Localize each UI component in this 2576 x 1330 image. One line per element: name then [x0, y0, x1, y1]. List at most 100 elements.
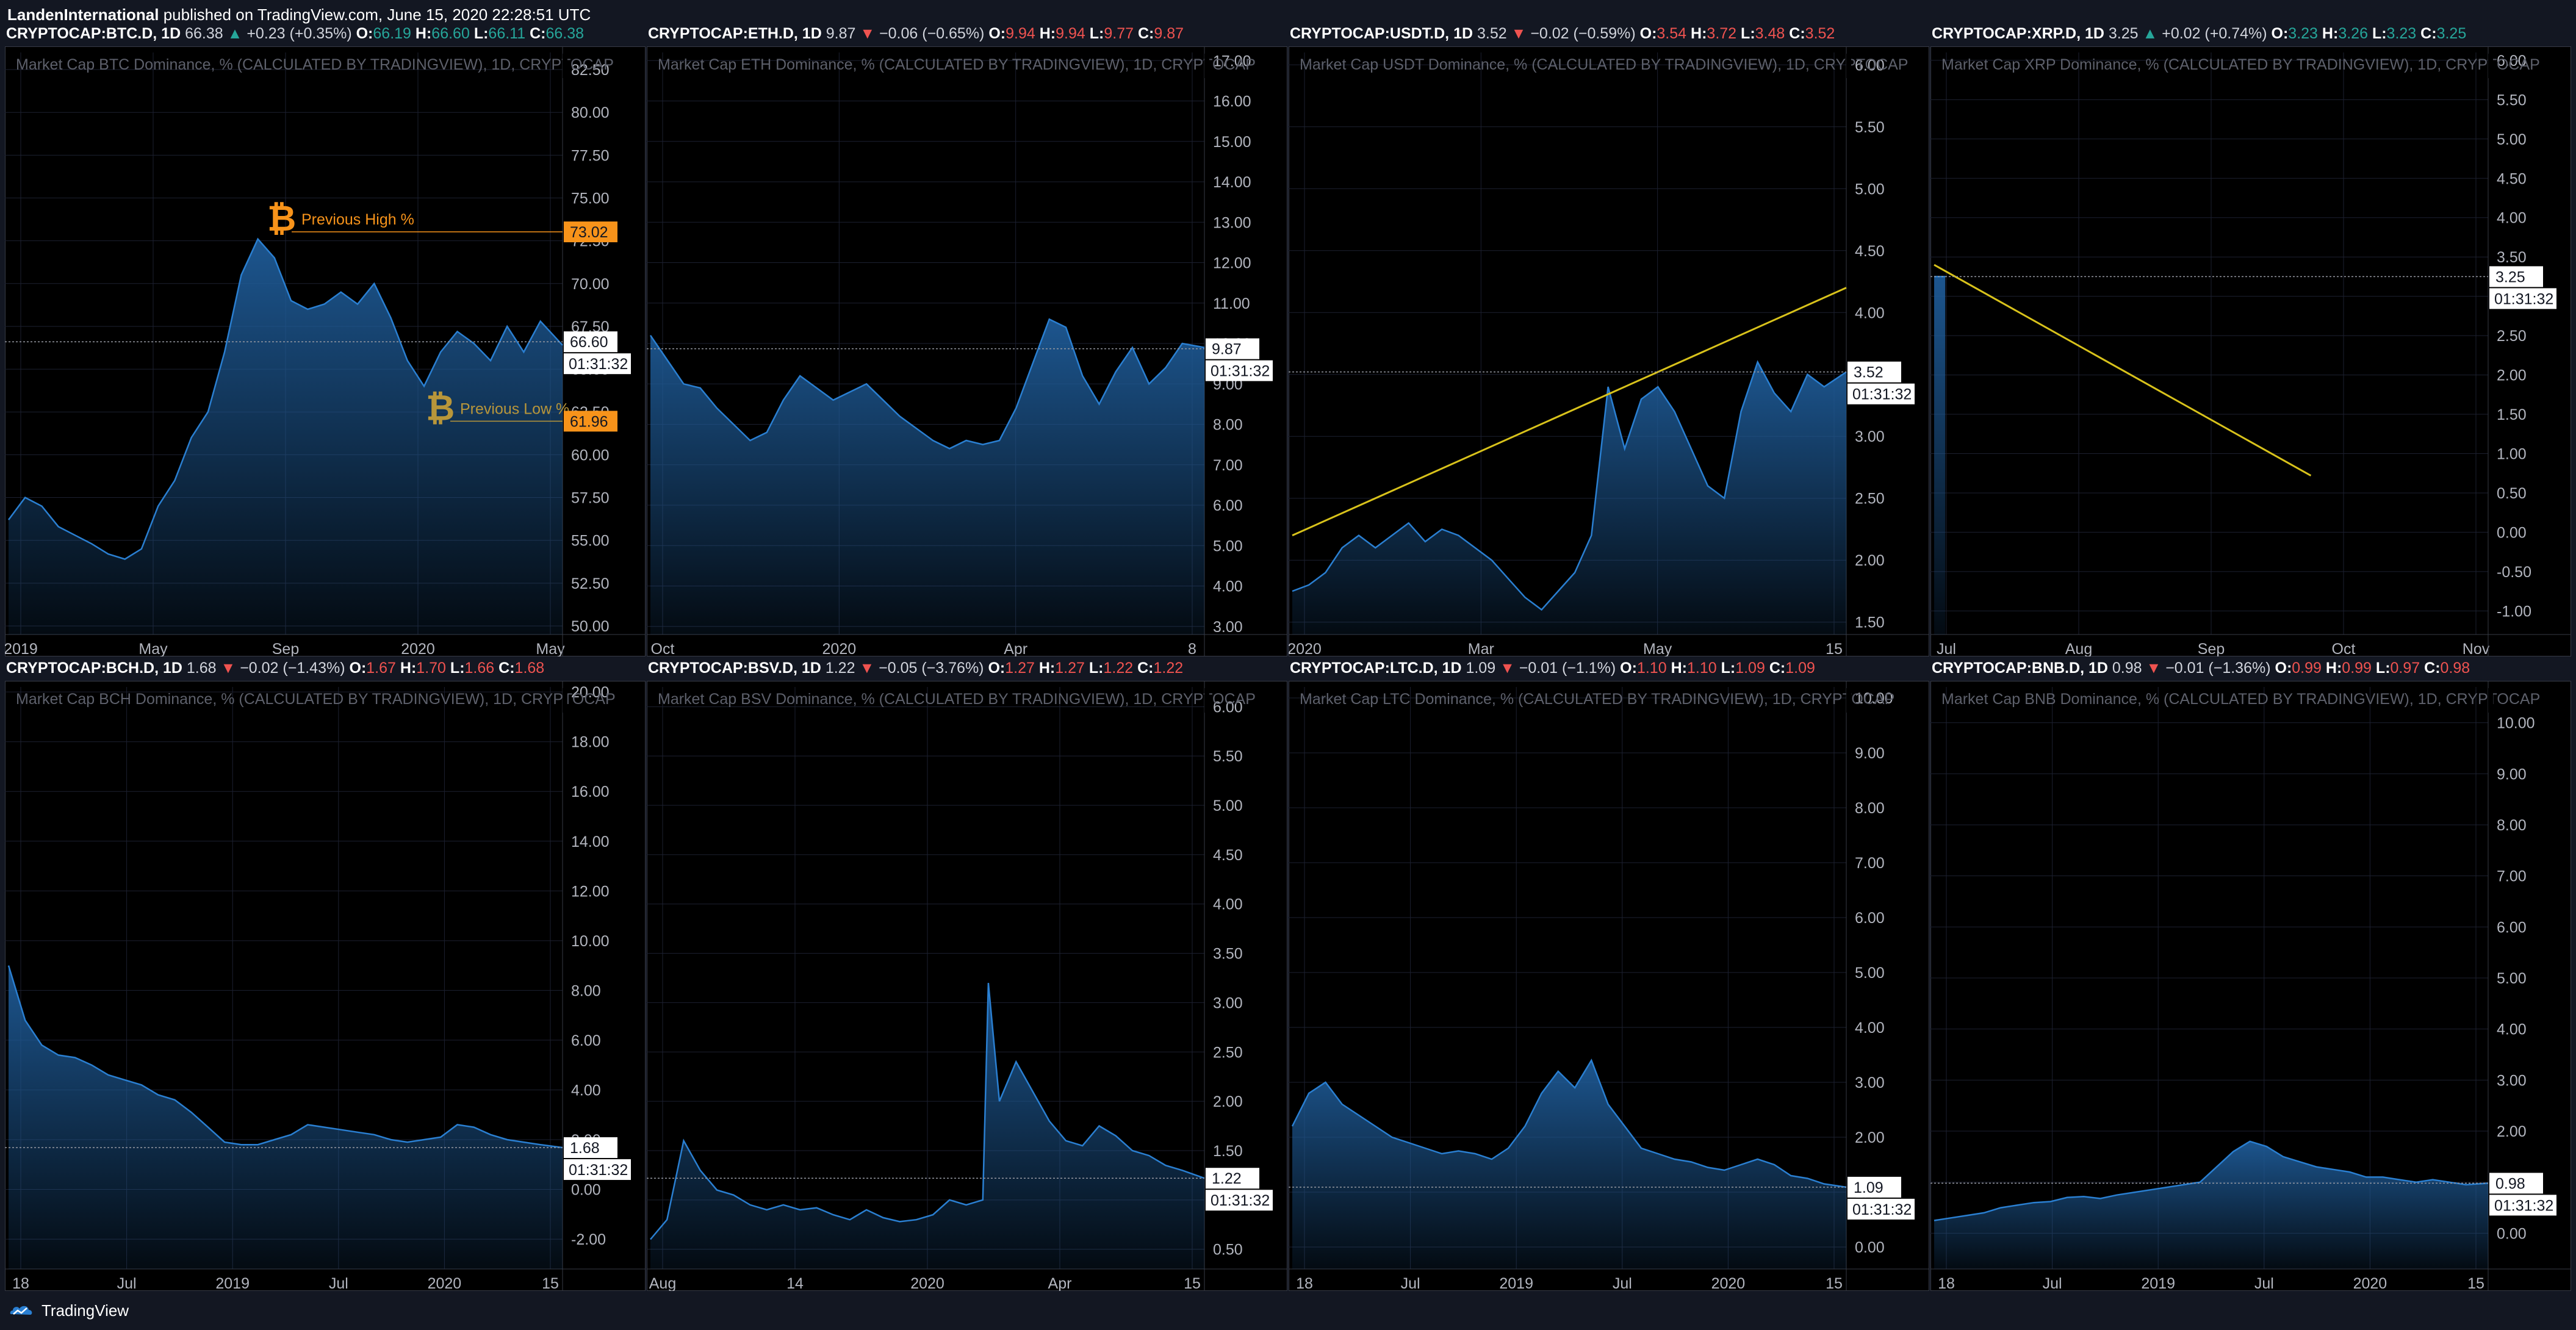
- ohlc-value-l: 1.66: [464, 660, 495, 677]
- x-tick-label: 15: [2467, 1275, 2484, 1291]
- chart-title: Market Cap BCH Dominance, % (CALCULATED …: [16, 691, 616, 708]
- symbol-label[interactable]: CRYPTOCAP:BSV.D, 1D: [648, 660, 821, 677]
- chart-svg[interactable]: 10.009.008.007.006.005.004.003.002.001.0…: [1289, 681, 1929, 1291]
- chart-svg[interactable]: 6.005.505.004.504.003.503.002.502.001.50…: [1289, 46, 1929, 656]
- ohlc-value-h: 1.27: [1055, 660, 1085, 677]
- chart-title: Market Cap USDT Dominance, % (CALCULATED…: [1300, 56, 1909, 73]
- arrow-down-icon: ▼: [859, 660, 875, 677]
- y-tick-label: 5.50: [1855, 119, 1885, 136]
- chart-svg[interactable]: 10.009.008.007.006.005.004.003.002.001.0…: [1930, 681, 2571, 1291]
- chart-panel[interactable]: CRYPTOCAP:USDT.D, 1D 3.52 ▼ −0.02 (−0.59…: [1289, 20, 1930, 656]
- ohlc-label-c: C:: [2424, 660, 2441, 677]
- ohlc-value-c: 3.52: [1805, 25, 1835, 42]
- chart-panel[interactable]: CRYPTOCAP:BTC.D, 1D 66.38 ▲ +0.23 (+0.35…: [5, 20, 647, 656]
- area-fill: [1934, 276, 1946, 634]
- ohlc-legend: CRYPTOCAP:BCH.D, 1D 1.68 ▼ −0.02 (−1.43%…: [6, 654, 544, 682]
- title-clip: [1846, 688, 1851, 713]
- chart-svg[interactable]: 6.005.505.004.504.003.503.002.502.001.50…: [647, 681, 1287, 1291]
- chart-panel[interactable]: CRYPTOCAP:BCH.D, 1D 1.68 ▼ −0.02 (−1.43%…: [5, 654, 647, 1291]
- symbol-label[interactable]: CRYPTOCAP:ETH.D, 1D: [648, 25, 822, 42]
- ohlc-value-h: 1.70: [416, 660, 446, 677]
- chart-title: Market Cap BTC Dominance, % (CALCULATED …: [16, 56, 614, 73]
- x-tick-label: Jul: [329, 1275, 348, 1291]
- chart-title: Market Cap ETH Dominance, % (CALCULATED …: [658, 56, 1256, 73]
- ohlc-legend: CRYPTOCAP:USDT.D, 1D 3.52 ▼ −0.02 (−0.59…: [1290, 20, 1835, 48]
- y-tick-label: 3.00: [1213, 619, 1243, 636]
- symbol-label[interactable]: CRYPTOCAP:USDT.D, 1D: [1290, 25, 1473, 42]
- symbol-label[interactable]: CRYPTOCAP:BNB.D, 1D: [1932, 660, 2108, 677]
- y-tick-label: 10.00: [2497, 715, 2535, 732]
- symbol-label[interactable]: CRYPTOCAP:BTC.D, 1D: [6, 25, 181, 42]
- ohlc-label-l: L:: [1721, 660, 1736, 677]
- symbol-label[interactable]: CRYPTOCAP:LTC.D, 1D: [1290, 660, 1462, 677]
- x-tick-label: Jul: [2254, 1275, 2274, 1291]
- y-tick-label: 6.00: [1855, 910, 1885, 927]
- price-change: −0.02 (−0.59%): [1530, 25, 1636, 42]
- last-price: 1.09: [1466, 660, 1496, 677]
- title-clip: [563, 54, 567, 78]
- x-tick-label: 2019: [2141, 1275, 2175, 1291]
- footer-brand: TradingView: [41, 1301, 129, 1320]
- y-tick-label: 3.00: [1855, 428, 1885, 445]
- ohlc-value-l: 9.77: [1104, 25, 1134, 42]
- y-tick-label: 0.00: [2497, 524, 2527, 541]
- y-tick-label: 2.00: [1213, 1093, 1243, 1110]
- ohlc-label-o: O:: [2271, 25, 2289, 42]
- x-tick-label: 2019: [1499, 1275, 1533, 1291]
- y-tick-label: 52.50: [571, 575, 610, 592]
- y-tick-label: 55.00: [571, 533, 610, 550]
- chart-panel[interactable]: CRYPTOCAP:XRP.D, 1D 3.25 ▲ +0.02 (+0.74%…: [1930, 20, 2572, 656]
- ohlc-label-h: H:: [415, 25, 432, 42]
- price-tag-label: 0.98: [2495, 1175, 2525, 1192]
- last-price: 3.25: [2108, 25, 2139, 42]
- ohlc-value-l: 3.48: [1755, 25, 1785, 42]
- countdown-label: 01:31:32: [1211, 1192, 1270, 1209]
- arrow-down-icon: ▼: [860, 25, 876, 42]
- chart-svg[interactable]: 6.005.505.004.504.003.503.002.502.001.50…: [1930, 46, 2571, 656]
- last-price: 66.38: [185, 25, 223, 42]
- x-tick-label: Jul: [1613, 1275, 1632, 1291]
- y-tick-label: 1.50: [1855, 614, 1885, 631]
- y-tick-label: 2.00: [2497, 367, 2527, 384]
- chart-panel[interactable]: CRYPTOCAP:LTC.D, 1D 1.09 ▼ −0.01 (−1.1%)…: [1289, 654, 1930, 1291]
- ohlc-legend: CRYPTOCAP:BSV.D, 1D 1.22 ▼ −0.05 (−3.76%…: [648, 654, 1183, 682]
- chart-title: Market Cap BNB Dominance, % (CALCULATED …: [1941, 691, 2540, 708]
- y-tick-label: 0.00: [2497, 1225, 2527, 1242]
- ohlc-label-o: O:: [988, 25, 1006, 42]
- symbol-label[interactable]: CRYPTOCAP:BCH.D, 1D: [6, 660, 182, 677]
- chart-svg[interactable]: 17.0016.0015.0014.0013.0012.0011.0010.00…: [647, 46, 1287, 656]
- ohlc-label-c: C:: [1789, 25, 1805, 42]
- y-tick-label: 4.00: [1213, 578, 1243, 595]
- chart-panel[interactable]: CRYPTOCAP:BNB.D, 1D 0.98 ▼ −0.01 (−1.36%…: [1930, 654, 2572, 1291]
- ohlc-label-l: L:: [473, 25, 489, 42]
- y-tick-label: 2.00: [1855, 552, 1885, 569]
- symbol-label[interactable]: CRYPTOCAP:XRP.D, 1D: [1932, 25, 2104, 42]
- y-tick-label: 3.00: [1855, 1074, 1885, 1091]
- last-price: 3.52: [1477, 25, 1507, 42]
- ohlc-value-o: 3.54: [1657, 25, 1687, 42]
- y-tick-label: 16.00: [571, 783, 610, 800]
- ohlc-value-o: 0.99: [2292, 660, 2322, 677]
- x-tick-label: 18: [1296, 1275, 1313, 1291]
- y-tick-label: 14.00: [1213, 174, 1251, 191]
- title-clip: [1204, 54, 1209, 78]
- ohlc-label-o: O:: [2275, 660, 2292, 677]
- price-change: −0.01 (−1.36%): [2165, 660, 2271, 677]
- x-tick-label: 2020: [910, 1275, 944, 1291]
- chart-svg[interactable]: 20.0018.0016.0014.0012.0010.008.006.004.…: [5, 681, 646, 1291]
- x-tick-label: 15: [1184, 1275, 1201, 1291]
- ohlc-label-l: L:: [2375, 660, 2391, 677]
- ohlc-label-l: L:: [1089, 25, 1104, 42]
- chart-panel[interactable]: CRYPTOCAP:BSV.D, 1D 1.22 ▼ −0.05 (−3.76%…: [647, 654, 1289, 1291]
- x-tick-label: Apr: [1048, 1275, 1072, 1291]
- chart-title: Market Cap BSV Dominance, % (CALCULATED …: [658, 691, 1256, 708]
- ohlc-label-o: O:: [1620, 660, 1637, 677]
- y-tick-label: 1.50: [2497, 406, 2527, 423]
- y-tick-label: 4.00: [1213, 896, 1243, 913]
- ohlc-value-o: 1.10: [1636, 660, 1667, 677]
- chart-svg[interactable]: 82.5080.0077.5075.0072.5070.0067.5065.00…: [5, 46, 646, 656]
- y-tick-label: 6.00: [2497, 919, 2527, 936]
- arrow-down-icon: ▼: [2146, 660, 2162, 677]
- tradingview-logo-icon[interactable]: [9, 1302, 35, 1319]
- chart-panel[interactable]: CRYPTOCAP:ETH.D, 1D 9.87 ▼ −0.06 (−0.65%…: [647, 20, 1289, 656]
